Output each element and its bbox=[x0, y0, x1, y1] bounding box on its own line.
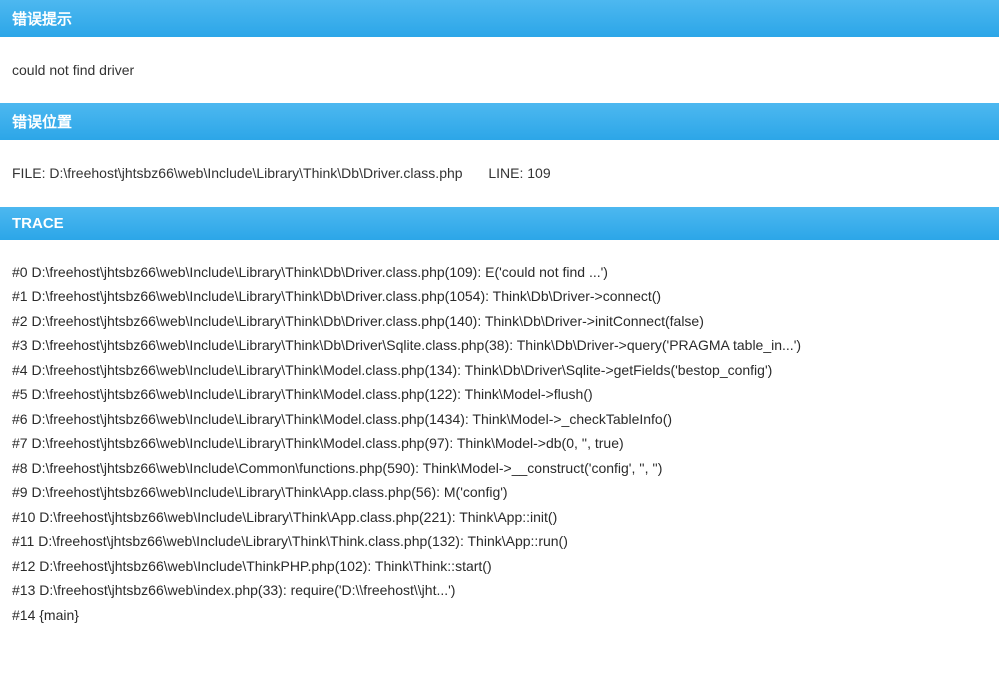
error-hint-message: could not find driver bbox=[0, 37, 999, 103]
error-location-content: FILE: D:\freehost\jhtsbz66\web\Include\L… bbox=[0, 140, 999, 206]
trace-line: #4 D:\freehost\jhtsbz66\web\Include\Libr… bbox=[12, 358, 989, 383]
trace-line: #9 D:\freehost\jhtsbz66\web\Include\Libr… bbox=[12, 480, 989, 505]
trace-line: #11 D:\freehost\jhtsbz66\web\Include\Lib… bbox=[12, 529, 989, 554]
trace-line: #5 D:\freehost\jhtsbz66\web\Include\Libr… bbox=[12, 382, 989, 407]
trace-content: #0 D:\freehost\jhtsbz66\web\Include\Libr… bbox=[0, 240, 999, 648]
trace-line: #10 D:\freehost\jhtsbz66\web\Include\Lib… bbox=[12, 505, 989, 530]
trace-line: #0 D:\freehost\jhtsbz66\web\Include\Libr… bbox=[12, 260, 989, 285]
trace-section: TRACE #0 D:\freehost\jhtsbz66\web\Includ… bbox=[0, 207, 999, 648]
trace-line: #3 D:\freehost\jhtsbz66\web\Include\Libr… bbox=[12, 333, 989, 358]
file-path: D:\freehost\jhtsbz66\web\Include\Library… bbox=[49, 165, 462, 181]
trace-line: #6 D:\freehost\jhtsbz66\web\Include\Libr… bbox=[12, 407, 989, 432]
line-number: 109 bbox=[527, 165, 550, 181]
error-hint-section: 错误提示 could not find driver bbox=[0, 0, 999, 103]
trace-line: #12 D:\freehost\jhtsbz66\web\Include\Thi… bbox=[12, 554, 989, 579]
file-label: FILE: bbox=[12, 165, 45, 181]
trace-line: #14 {main} bbox=[12, 603, 989, 628]
error-hint-header: 错误提示 bbox=[0, 0, 999, 37]
trace-line: #1 D:\freehost\jhtsbz66\web\Include\Libr… bbox=[12, 284, 989, 309]
error-location-header: 错误位置 bbox=[0, 103, 999, 140]
trace-line: #13 D:\freehost\jhtsbz66\web\index.php(3… bbox=[12, 578, 989, 603]
trace-line: #2 D:\freehost\jhtsbz66\web\Include\Libr… bbox=[12, 309, 989, 334]
error-location-section: 错误位置 FILE: D:\freehost\jhtsbz66\web\Incl… bbox=[0, 103, 999, 206]
trace-header: TRACE bbox=[0, 207, 999, 240]
line-label: LINE: bbox=[488, 165, 523, 181]
trace-line: #7 D:\freehost\jhtsbz66\web\Include\Libr… bbox=[12, 431, 989, 456]
trace-line: #8 D:\freehost\jhtsbz66\web\Include\Comm… bbox=[12, 456, 989, 481]
